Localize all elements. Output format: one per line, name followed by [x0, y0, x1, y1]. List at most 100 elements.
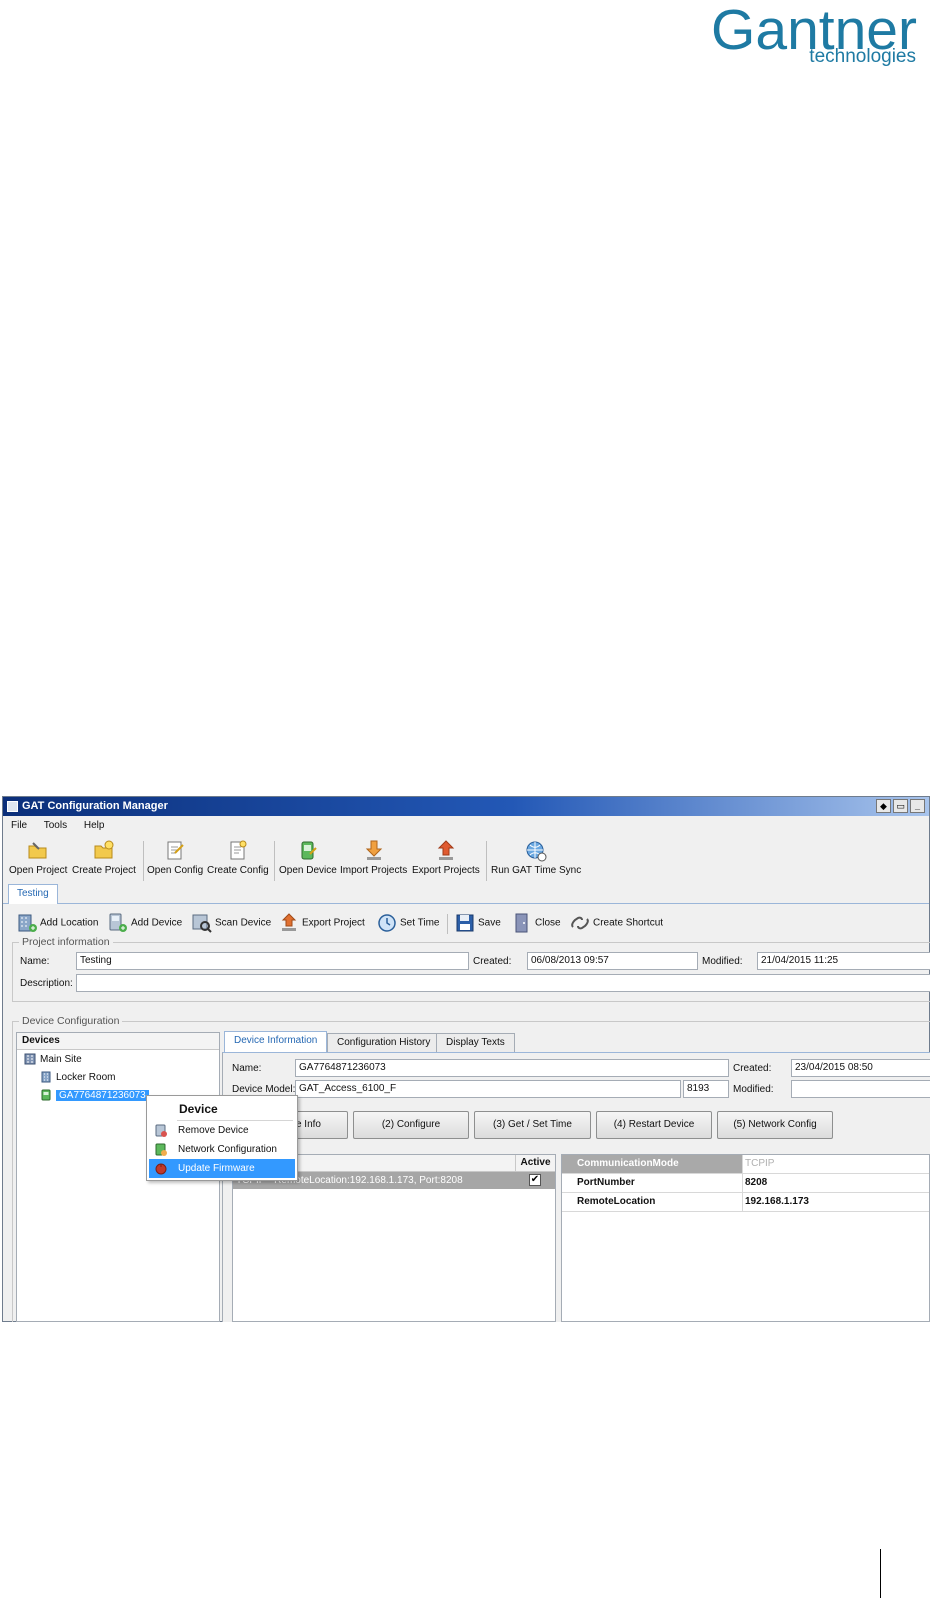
create-shortcut-label: Create Shortcut: [593, 917, 664, 929]
context-menu-title: Device: [179, 1102, 218, 1116]
gantner-logo: Gantner technologies: [690, 2, 930, 68]
clock-icon: [378, 914, 396, 932]
door-icon: [515, 913, 528, 933]
export-project-label: Export Project: [302, 917, 365, 929]
network-config-button[interactable]: (5) Network Config: [717, 1111, 833, 1139]
main-toolbar: Open Project Create Project Open Config …: [3, 835, 929, 881]
config-open-icon: [167, 841, 184, 860]
import-projects-label: Import Projects: [340, 865, 408, 876]
device-name-label: Name:: [232, 1063, 262, 1074]
page-divider-line: [880, 1549, 881, 1598]
project-created-label: Created:: [473, 956, 512, 967]
tab-project-testing[interactable]: Testing: [8, 884, 58, 904]
tree-item-device[interactable]: GA7764871236073: [40, 1088, 149, 1104]
tree-item-main-site[interactable]: Main Site: [24, 1052, 82, 1068]
device-model-code-field[interactable]: 8193: [683, 1080, 729, 1098]
tab-device-information[interactable]: Device Information: [224, 1031, 328, 1053]
app-icon: [7, 800, 18, 812]
toolbar-separator: [143, 841, 144, 881]
property-value: 192.168.1.173: [745, 1196, 809, 1207]
building-icon: [41, 1071, 51, 1083]
menu-item-update-firmware[interactable]: Update Firmware: [149, 1159, 295, 1178]
menu-item-network-configuration[interactable]: Network Configuration: [149, 1140, 295, 1159]
window-title: GAT Configuration Manager: [22, 800, 168, 812]
scan-device-button[interactable]: Scan Device: [191, 912, 271, 934]
toolbar-separator: [274, 841, 275, 881]
restore-icon[interactable]: ◆: [876, 799, 891, 813]
save-label: Save: [478, 917, 501, 929]
property-row[interactable]: PortNumber 8208: [562, 1174, 929, 1193]
add-location-button[interactable]: Add Location: [16, 912, 98, 934]
device-modified-label: Modified:: [733, 1084, 774, 1095]
tab-display-texts[interactable]: Display Texts: [436, 1033, 515, 1053]
add-device-label: Add Device: [131, 917, 183, 929]
maximize-icon[interactable]: ▭: [893, 799, 908, 813]
menu-bar: File Tools Help: [3, 816, 929, 835]
configure-button[interactable]: (2) Configure: [353, 1111, 469, 1139]
import-icon: [365, 840, 382, 860]
update-firmware-label: Update Firmware: [178, 1163, 255, 1174]
minimize-icon[interactable]: _: [910, 799, 925, 813]
menu-help[interactable]: Help: [84, 820, 105, 831]
get-set-time-button[interactable]: (3) Get / Set Time: [474, 1111, 591, 1139]
property-key: RemoteLocation: [562, 1193, 743, 1211]
link-icon: [571, 916, 589, 930]
open-project-label: Open Project: [9, 865, 68, 876]
property-key: CommunicationMode: [562, 1155, 743, 1173]
set-time-label: Set Time: [400, 917, 440, 929]
export-project-button[interactable]: Export Project: [278, 912, 365, 934]
device-open-icon: [301, 841, 317, 860]
network-config-icon: [155, 1143, 167, 1156]
project-created-field[interactable]: 06/08/2013 09:57: [527, 952, 698, 970]
property-row[interactable]: CommunicationMode TCPIP: [562, 1155, 929, 1174]
device-modified-field[interactable]: [791, 1080, 930, 1098]
export-projects-button[interactable]: Export Projects: [412, 839, 480, 876]
property-key: PortNumber: [562, 1174, 743, 1192]
menu-file[interactable]: File: [11, 820, 27, 831]
open-project-button[interactable]: Open Project: [9, 839, 67, 876]
close-label: Close: [535, 917, 561, 929]
scan-icon: [192, 914, 212, 933]
menu-tools[interactable]: Tools: [44, 820, 67, 831]
device-icon: [41, 1089, 51, 1101]
open-device-button[interactable]: Open Device: [279, 839, 337, 876]
set-time-button[interactable]: Set Time: [376, 912, 439, 934]
active-checkbox[interactable]: ✔: [529, 1174, 541, 1186]
device-model-field[interactable]: GAT_Access_6100_F: [295, 1080, 681, 1098]
scan-device-label: Scan Device: [215, 917, 272, 929]
folder-open-icon: [28, 842, 47, 859]
open-config-button[interactable]: Open Config: [147, 839, 203, 876]
add-device-button[interactable]: Add Device: [107, 912, 182, 934]
device-created-label: Created:: [733, 1063, 772, 1074]
menu-item-remove-device[interactable]: Remove Device: [149, 1121, 295, 1140]
import-projects-button[interactable]: Import Projects: [340, 839, 407, 876]
globe-clock-icon: [526, 841, 547, 862]
device-name-field[interactable]: GA7764871236073: [295, 1059, 729, 1077]
building-add-icon: [18, 914, 37, 932]
create-shortcut-button[interactable]: Create Shortcut: [569, 912, 663, 934]
run-time-sync-button[interactable]: Run GAT Time Sync: [491, 839, 581, 876]
create-config-button[interactable]: Create Config: [207, 839, 269, 876]
floppy-icon: [456, 914, 474, 932]
create-project-button[interactable]: Create Project: [72, 839, 136, 876]
device-add-icon: [109, 913, 127, 932]
property-row[interactable]: RemoteLocation 192.168.1.173: [562, 1193, 929, 1212]
device-model-label: Device Model:: [232, 1084, 296, 1095]
project-description-field[interactable]: [76, 974, 930, 992]
save-button[interactable]: Save: [454, 912, 501, 934]
devices-header: Devices: [17, 1033, 219, 1050]
tab-configuration-history[interactable]: Configuration History: [327, 1033, 441, 1053]
open-config-label: Open Config: [147, 865, 204, 876]
project-name-field[interactable]: Testing: [76, 952, 469, 970]
toolbar-separator: [486, 841, 487, 881]
device-created-field[interactable]: 23/04/2015 08:50: [791, 1059, 930, 1077]
close-button[interactable]: Close: [511, 912, 561, 934]
site-icon: [24, 1053, 36, 1065]
project-description-label: Description:: [20, 978, 73, 989]
network-configuration-label: Network Configuration: [178, 1144, 277, 1155]
tree-item-locker-room[interactable]: Locker Room: [40, 1070, 115, 1086]
project-toolbar: Add Location Add Device Scan Device Expo…: [3, 904, 929, 939]
project-modified-field[interactable]: 21/04/2015 11:25: [757, 952, 930, 970]
restart-device-button[interactable]: (4) Restart Device: [596, 1111, 712, 1139]
config-new-icon: [230, 840, 247, 860]
